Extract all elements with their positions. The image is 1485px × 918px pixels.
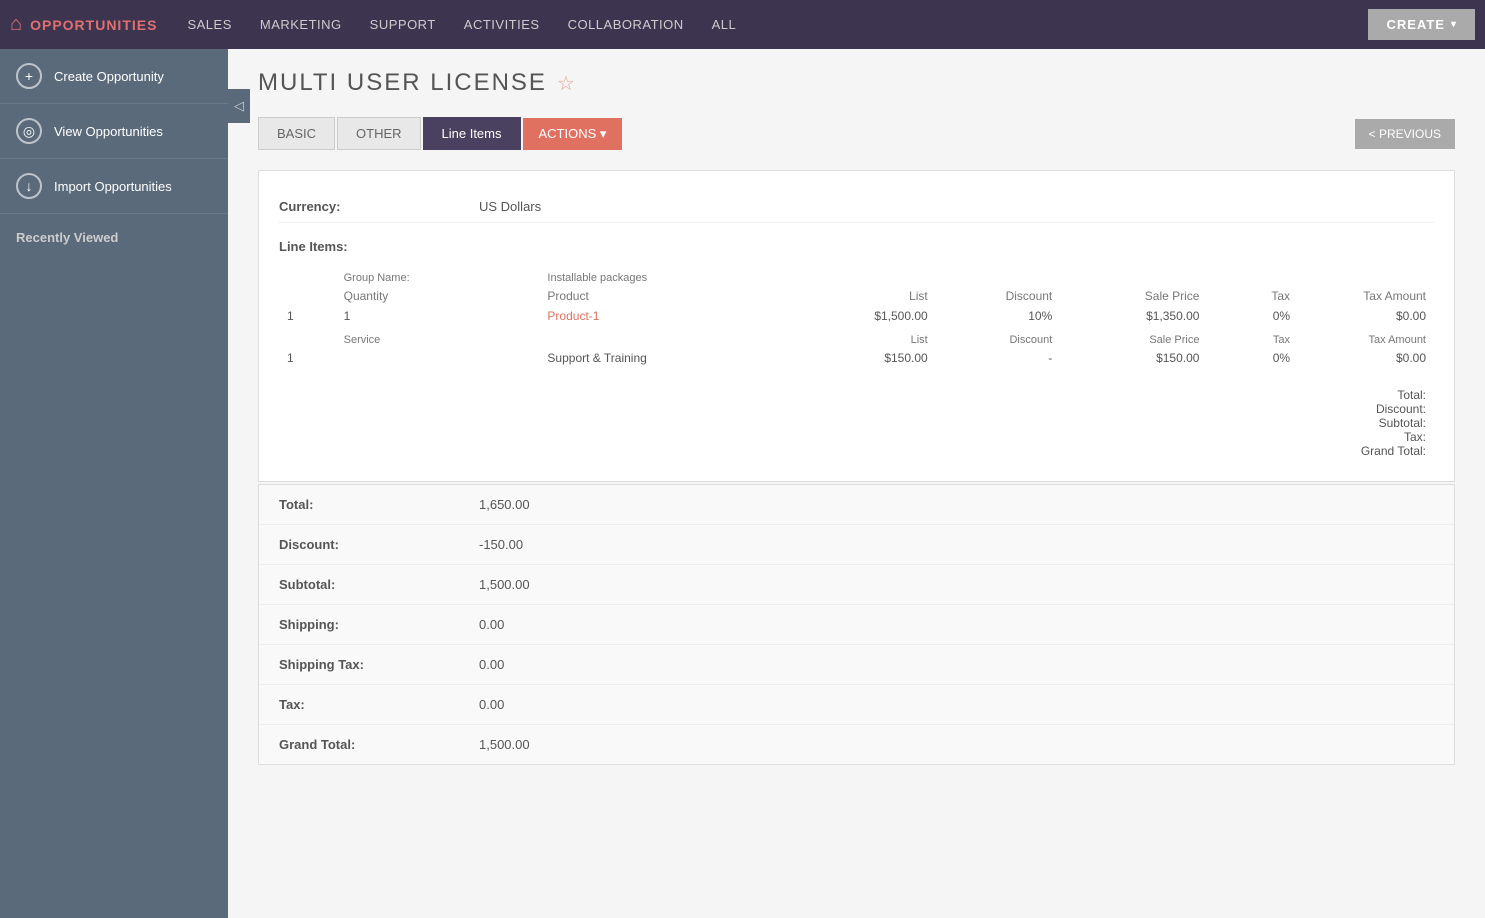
- item1-discount: 10%: [936, 306, 1061, 326]
- inline-subtotal-label: Subtotal:: [1215, 416, 1426, 430]
- sidebar-create-label: Create Opportunity: [54, 69, 164, 84]
- main-content: ◁ MULTI USER LICENSE ☆ BASIC OTHER Line …: [228, 49, 1485, 918]
- create-button[interactable]: CREATE ▾: [1368, 9, 1475, 40]
- tab-line-items[interactable]: Line Items: [423, 117, 521, 150]
- item1-quantity: 1: [279, 306, 336, 326]
- summary-shipping-tax-row: Shipping Tax: 0.00: [259, 645, 1454, 685]
- currency-label: Currency:: [279, 199, 479, 214]
- inline-discount-label: Discount:: [1215, 402, 1426, 416]
- nav-marketing[interactable]: MARKETING: [260, 17, 342, 32]
- group-header-1: Group Name: Installable packages: [279, 264, 1434, 286]
- summary-total-row: Total: 1,650.00: [259, 485, 1454, 525]
- inline-total-label: Total:: [1215, 388, 1426, 402]
- summary-grand-total-value: 1,500.00: [479, 737, 530, 752]
- summary-total-label: Total:: [279, 497, 479, 512]
- inline-grand-total-label: Grand Total:: [1215, 444, 1426, 458]
- nav-activities[interactable]: ACTIVITIES: [464, 17, 540, 32]
- item1-qty-val: 1: [336, 306, 540, 326]
- sidebar-view-label: View Opportunities: [54, 124, 163, 139]
- item2-tax: 0%: [1207, 348, 1298, 368]
- currency-row: Currency: US Dollars: [279, 191, 1434, 223]
- summary-panel: Total: 1,650.00 Discount: -150.00 Subtot…: [258, 484, 1455, 765]
- nav-all[interactable]: ALL: [712, 17, 737, 32]
- item1-tax: 0%: [1207, 306, 1298, 326]
- layout: + Create Opportunity ◎ View Opportunitie…: [0, 49, 1485, 918]
- main-panel: Currency: US Dollars Line Items:: [258, 170, 1455, 482]
- favorite-star-icon[interactable]: ☆: [557, 71, 575, 96]
- nav-sales[interactable]: SALES: [187, 17, 231, 32]
- sidebar: + Create Opportunity ◎ View Opportunitie…: [0, 49, 228, 918]
- line-item-row-1: 1 1 Product-1 $1,500.00 10% $1,350.00 0%…: [279, 306, 1434, 326]
- tab-actions[interactable]: ACTIONS ▾: [523, 118, 623, 150]
- item2-tax-amount: $0.00: [1298, 348, 1434, 368]
- tab-basic[interactable]: BASIC: [258, 117, 335, 150]
- currency-value: US Dollars: [479, 199, 541, 214]
- summary-discount-label: Discount:: [279, 537, 479, 552]
- nav-support[interactable]: SUPPORT: [370, 17, 436, 32]
- summary-tax-value: 0.00: [479, 697, 504, 712]
- item2-sale-price: $150.00: [1060, 348, 1207, 368]
- summary-shipping-label: Shipping:: [279, 617, 479, 632]
- tabs-right: < PREVIOUS: [1355, 119, 1455, 149]
- import-icon: ↓: [16, 173, 42, 199]
- summary-subtotal-label: Subtotal:: [279, 577, 479, 592]
- home-icon[interactable]: ⌂: [10, 13, 22, 36]
- summary-discount-row: Discount: -150.00: [259, 525, 1454, 565]
- page-title-area: MULTI USER LICENSE ☆: [258, 69, 1455, 97]
- group1-name: Installable packages: [539, 264, 811, 286]
- inline-tax-label: Tax:: [1215, 430, 1426, 444]
- item2-quantity: 1: [279, 348, 336, 368]
- top-nav: ⌂ OPPORTUNITIES SALES MARKETING SUPPORT …: [0, 0, 1485, 49]
- create-icon: +: [16, 63, 42, 89]
- sidebar-item-import[interactable]: ↓ Import Opportunities: [0, 159, 228, 214]
- summary-tax-label: Tax:: [279, 697, 479, 712]
- summary-shipping-tax-value: 0.00: [479, 657, 504, 672]
- item1-sale-price: $1,350.00: [1060, 306, 1207, 326]
- brand-label[interactable]: OPPORTUNITIES: [30, 17, 157, 33]
- content-area: MULTI USER LICENSE ☆ BASIC OTHER Line It…: [228, 49, 1485, 785]
- line-item-row-2: 1 Support & Training $150.00 - $150.00 0…: [279, 348, 1434, 368]
- group-header-2: Service List Discount Sale Price Tax Tax…: [279, 326, 1434, 348]
- line-items-table: Group Name: Installable packages Quantit…: [279, 264, 1434, 461]
- summary-discount-value: -150.00: [479, 537, 523, 552]
- summary-grand-total-row: Grand Total: 1,500.00: [259, 725, 1454, 764]
- summary-subtotal-value: 1,500.00: [479, 577, 530, 592]
- page-title: MULTI USER LICENSE: [258, 69, 547, 97]
- previous-button[interactable]: < PREVIOUS: [1355, 119, 1455, 149]
- create-dropdown-arrow: ▾: [1451, 19, 1457, 30]
- recently-viewed-section: Recently Viewed: [0, 214, 228, 253]
- item2-list: $150.00: [811, 348, 936, 368]
- collapse-arrow[interactable]: ◁: [228, 89, 250, 123]
- item2-discount: -: [936, 348, 1061, 368]
- sidebar-item-view[interactable]: ◎ View Opportunities: [0, 104, 228, 159]
- item2-qty-val: [336, 348, 540, 368]
- line-items-header: Line Items:: [279, 239, 1434, 254]
- summary-tax-row: Tax: 0.00: [259, 685, 1454, 725]
- summary-shipping-value: 0.00: [479, 617, 504, 632]
- tabs-bar: BASIC OTHER Line Items ACTIONS ▾ < PREVI…: [258, 117, 1455, 150]
- summary-grand-total-label: Grand Total:: [279, 737, 479, 752]
- summary-total-value: 1,650.00: [479, 497, 530, 512]
- summary-labels-row: Total: Discount: Subtotal: Tax: Grand To…: [279, 368, 1434, 461]
- tab-other[interactable]: OTHER: [337, 117, 421, 150]
- line-item-header-row-1: Quantity Product List Discount Sale Pric…: [279, 286, 1434, 306]
- summary-shipping-tax-label: Shipping Tax:: [279, 657, 479, 672]
- summary-subtotal-row: Subtotal: 1,500.00: [259, 565, 1454, 605]
- item1-list: $1,500.00: [811, 306, 936, 326]
- item1-product[interactable]: Product-1: [547, 309, 599, 323]
- summary-shipping-row: Shipping: 0.00: [259, 605, 1454, 645]
- sidebar-import-label: Import Opportunities: [54, 179, 172, 194]
- item1-tax-amount: $0.00: [1298, 306, 1434, 326]
- item2-product: Support & Training: [539, 348, 811, 368]
- view-icon: ◎: [16, 118, 42, 144]
- nav-items: SALES MARKETING SUPPORT ACTIVITIES COLLA…: [187, 17, 1368, 32]
- sidebar-item-create[interactable]: + Create Opportunity: [0, 49, 228, 104]
- nav-collaboration[interactable]: COLLABORATION: [568, 17, 684, 32]
